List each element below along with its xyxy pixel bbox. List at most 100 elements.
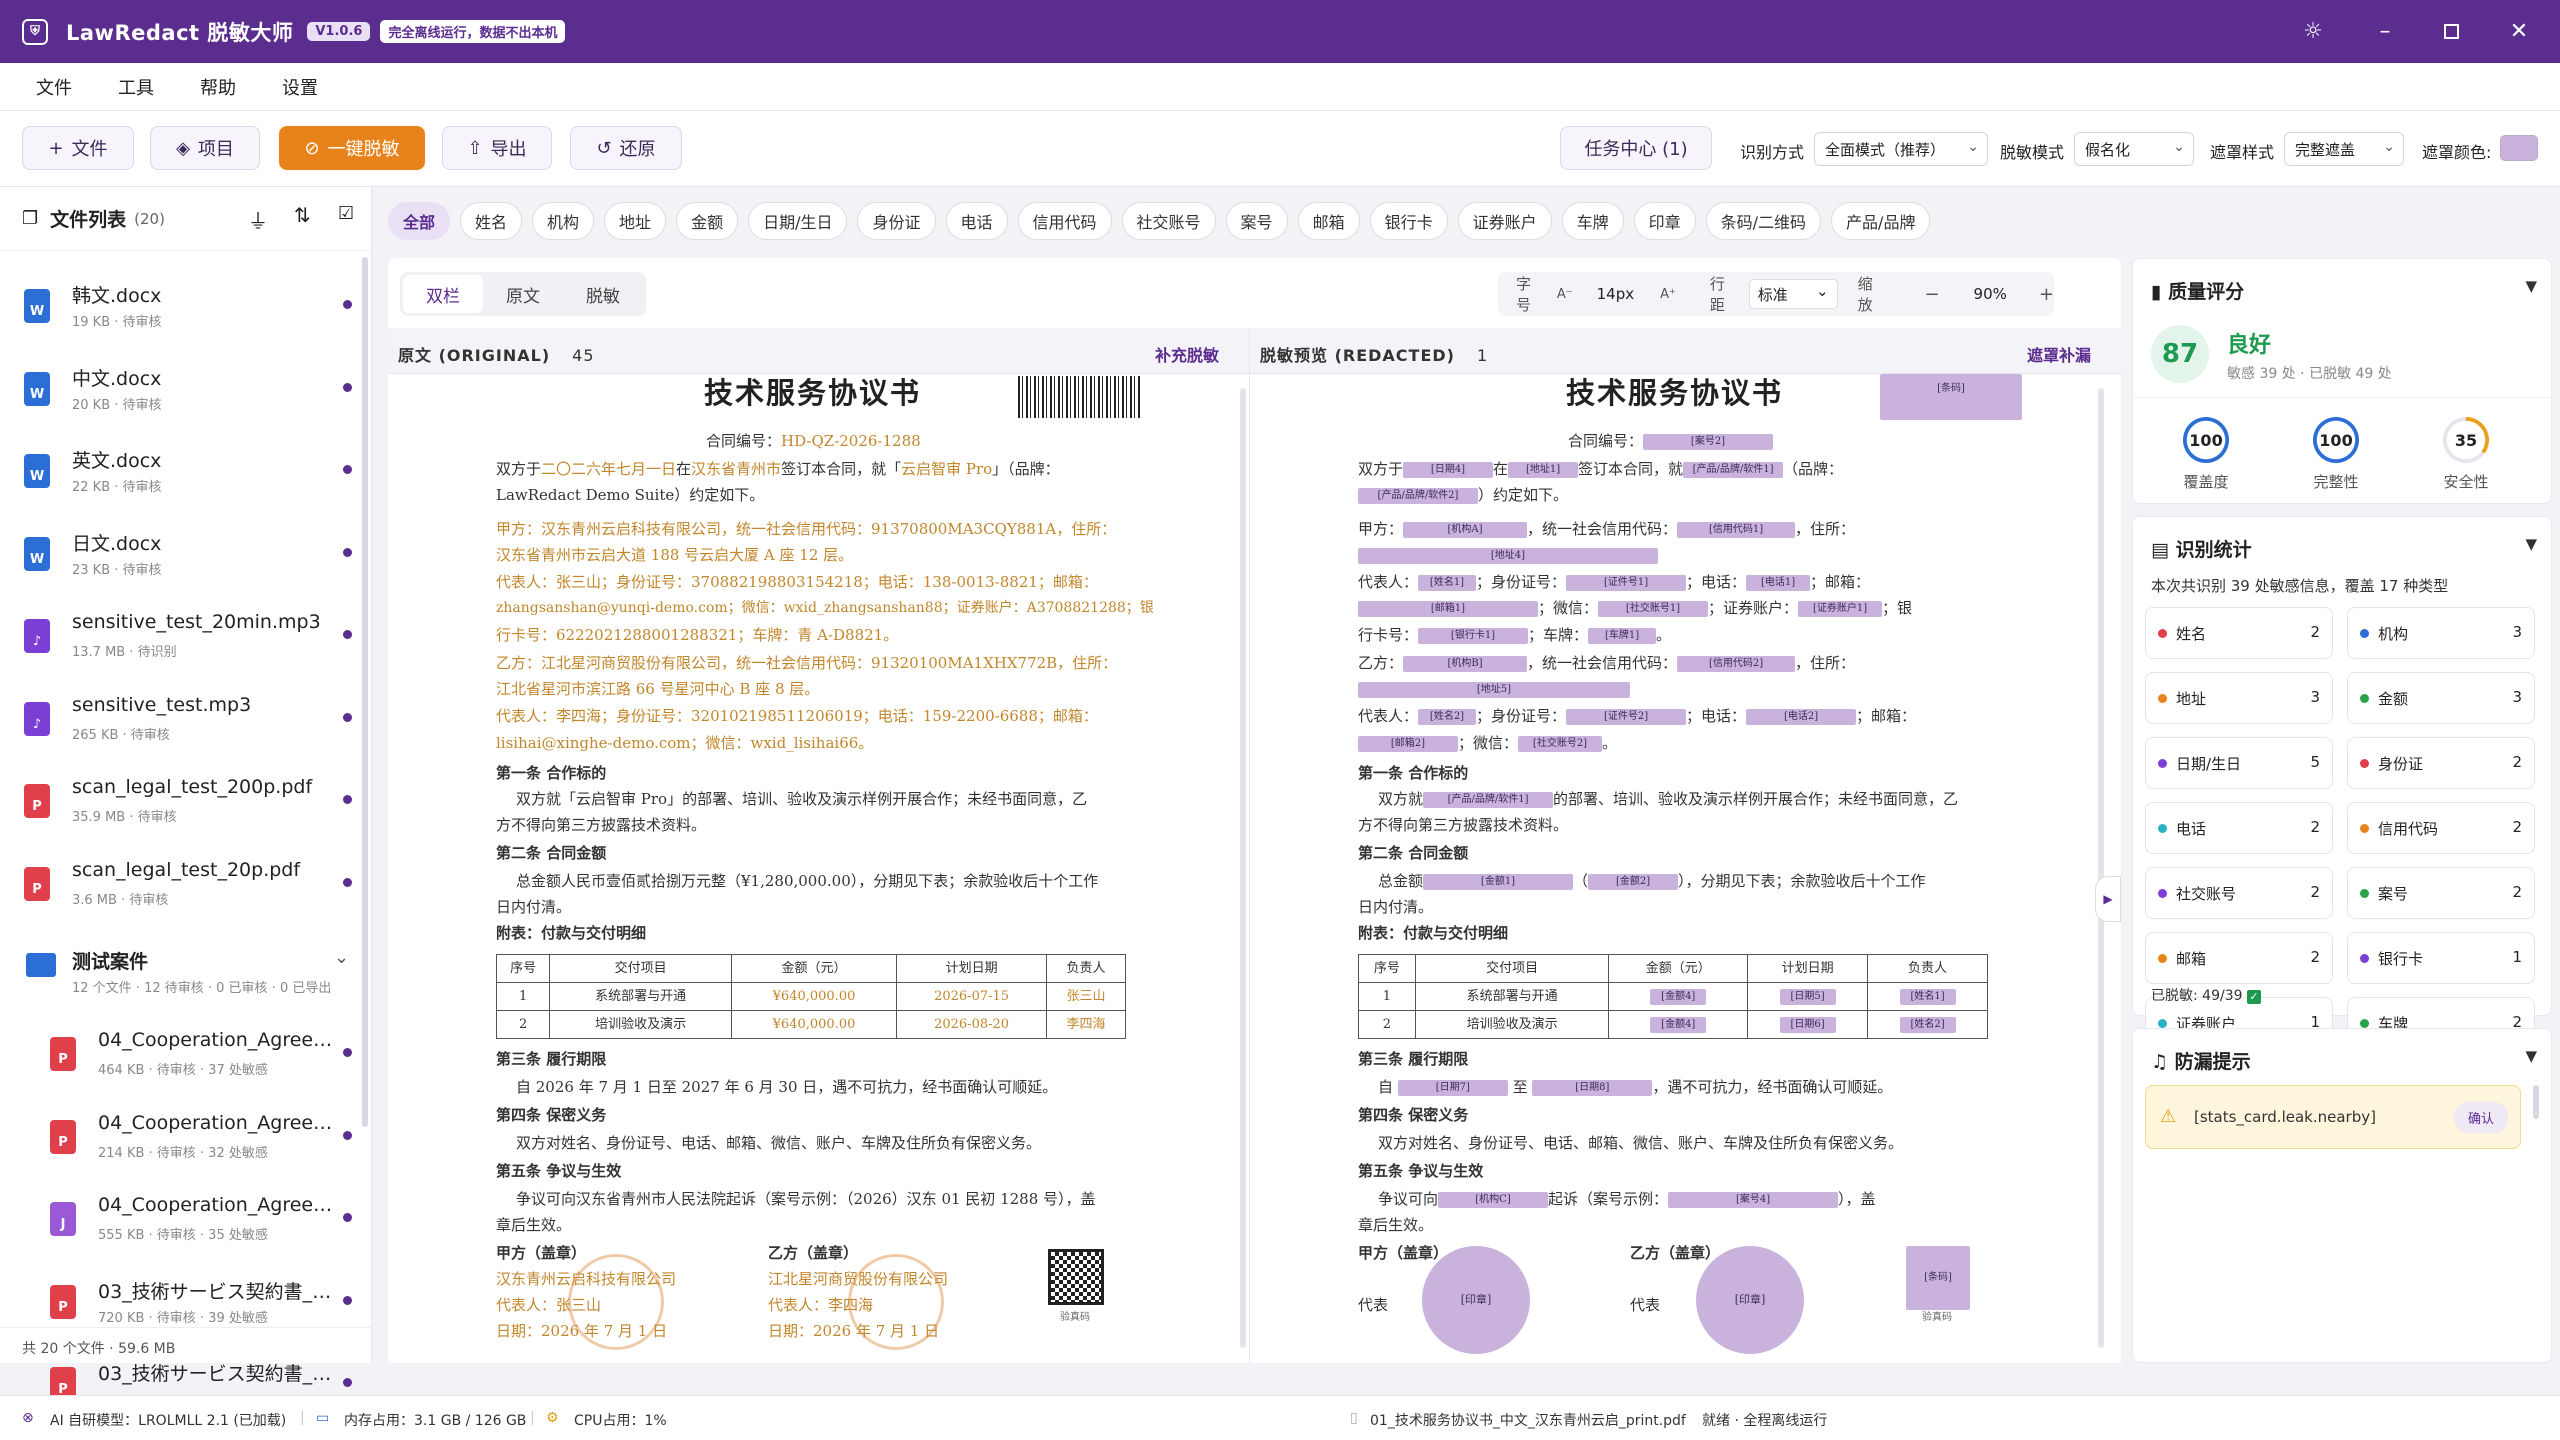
stat-count: 3 <box>2512 623 2522 641</box>
tag-filter[interactable]: 条码/二维码 <box>1705 202 1822 240</box>
menu-help[interactable]: 帮助 <box>200 74 236 100</box>
stat-item[interactable]: 金额 3 <box>2347 672 2535 724</box>
file-item[interactable]: Pscan_legal_test_200p.pdf 35.9 MB · 待审核 <box>0 762 372 844</box>
stat-item[interactable]: 社交账号 2 <box>2145 867 2333 919</box>
stat-item[interactable]: 机构 3 <box>2347 607 2535 659</box>
tab-dual[interactable]: 双栏 <box>403 275 483 313</box>
folder-item[interactable]: 测试案件 12 个文件 · 12 待审核 · 0 已审核 · 0 已导出 ⌄ <box>0 933 372 1015</box>
supplement-redact-button[interactable]: 补充脱敏 <box>1155 342 1219 366</box>
stat-item[interactable]: 电话 2 <box>2145 802 2333 854</box>
tag-filter[interactable]: 银行卡 <box>1369 202 1448 240</box>
mask-fill-button[interactable]: 遮罩补漏 <box>2027 342 2091 366</box>
restore-button[interactable]: ↺ 还原 <box>570 126 682 170</box>
tag-filter[interactable]: 产品/品牌 <box>1831 202 1931 240</box>
leak-scrollbar[interactable] <box>2533 1085 2539 1119</box>
file-type-icon: P <box>50 1119 76 1154</box>
collapse-icon[interactable]: ▼ <box>2525 277 2537 295</box>
close-icon[interactable]: ✕ <box>2506 18 2532 44</box>
zoom-in-button[interactable]: + <box>2039 284 2054 305</box>
stat-item[interactable]: 身份证 2 <box>2347 737 2535 789</box>
checklist-icon[interactable]: ☑ <box>338 203 354 224</box>
stat-item[interactable]: 信用代码 2 <box>2347 802 2535 854</box>
tag-filter[interactable]: 印章 <box>1633 202 1696 240</box>
menu-file[interactable]: 文件 <box>36 74 72 100</box>
rep-a-2: zhangsanshan@yunqi-demo.com；微信：wxid_zhan… <box>496 600 1154 616</box>
line-height-select[interactable]: 标准 ⌄ <box>1748 279 1838 309</box>
tag-filter[interactable]: 案号 <box>1225 202 1288 240</box>
collapse-panel-button[interactable]: ▶ <box>2095 876 2121 922</box>
file-item[interactable]: W 英文.docx 22 KB · 待审核 <box>0 432 372 514</box>
redacted-scrollbar[interactable] <box>2098 388 2104 1348</box>
add-file-button[interactable]: + 文件 <box>22 126 134 170</box>
tag-filter[interactable]: 身份证 <box>857 202 936 240</box>
stat-item[interactable]: 银行卡 1 <box>2347 932 2535 984</box>
collapse-icon[interactable]: ▼ <box>2525 1047 2537 1065</box>
menu-settings[interactable]: 设置 <box>282 74 318 100</box>
file-item[interactable]: W 韩文.docx 19 KB · 待审核 <box>0 267 372 349</box>
quality-ring: 35 <box>2443 417 2489 463</box>
zoom-label: 缩放 <box>1857 275 1873 314</box>
tab-original[interactable]: 原文 <box>483 275 563 313</box>
sort-icon[interactable]: ⇅ <box>294 203 311 227</box>
mode-select[interactable]: 假名化 ⌄ <box>2074 132 2194 166</box>
maximize-icon[interactable] <box>2438 18 2464 44</box>
tab-redacted[interactable]: 脱敏 <box>563 275 643 313</box>
file-item[interactable]: ♪ sensitive_test.mp3 265 KB · 待审核 <box>0 680 372 762</box>
file-type-icon: W <box>24 454 50 488</box>
stat-item[interactable]: 日期/生日 5 <box>2145 737 2333 789</box>
theme-icon[interactable]: ☼ <box>2300 18 2326 44</box>
tag-filter[interactable]: 全部 <box>388 202 451 240</box>
stat-name: 日期/生日 <box>2176 755 2242 773</box>
stats-redacted: 已脱敏: 49/39 ✓ <box>2151 985 2261 1005</box>
stat-item[interactable]: 案号 2 <box>2347 867 2535 919</box>
tag-filter[interactable]: 车牌 <box>1561 202 1624 240</box>
tag-filter[interactable]: 社交账号 <box>1121 202 1216 240</box>
article-5-text: 争议可向汉东省青州市人民法院起诉（案号示例：（2026）汉东 01 民初 128… <box>516 1190 1096 1208</box>
file-item[interactable]: P 04_Cooperation_Agreeme... 464 KB · 待审核 ·… <box>0 1015 372 1097</box>
font-increase-button[interactable]: A⁺ <box>1660 287 1676 302</box>
font-decrease-button[interactable]: A⁻ <box>1557 287 1573 302</box>
file-item[interactable]: J 04_Cooperation_Agreeme... 555 KB · 待审核 ·… <box>0 1180 372 1262</box>
article-1: 第一条 合作标的 <box>496 764 607 782</box>
file-type-icon: W <box>24 371 50 406</box>
tag-filter[interactable]: 日期/生日 <box>748 202 848 240</box>
chevron-down-icon[interactable]: ⌄ <box>334 947 349 968</box>
collapse-icon[interactable]: ▼ <box>2525 535 2537 553</box>
tag-filter[interactable]: 机构 <box>532 202 595 240</box>
file-count: (20) <box>134 209 165 228</box>
tag-filter[interactable]: 信用代码 <box>1017 202 1112 240</box>
one-click-redact-button[interactable]: ⊘ 一键脱敏 <box>279 126 425 170</box>
file-item[interactable]: P 04_Cooperation_Agreeme... 214 KB · 待审核 ·… <box>0 1098 372 1180</box>
export-button[interactable]: ⇧ 导出 <box>442 126 552 170</box>
tag-filter[interactable]: 姓名 <box>460 202 523 240</box>
filter-icon[interactable]: ⏚ <box>248 205 268 234</box>
zoom-out-button[interactable]: − <box>1924 284 1939 305</box>
mask-color-swatch[interactable] <box>2500 135 2538 161</box>
sidebar-scrollbar[interactable] <box>362 257 368 1127</box>
minimize-icon[interactable]: – <box>2372 18 2398 44</box>
original-scrollbar[interactable] <box>1240 388 1246 1348</box>
task-center-button[interactable]: 任务中心 (1) <box>1560 126 1712 170</box>
tag-filter[interactable]: 邮箱 <box>1297 202 1360 240</box>
article-1-text: 双方就 [产品/品牌/软件1] 的部署、培训、验收及演示样例开展合作；未经书面同意，… <box>1378 790 1959 808</box>
tag-filter[interactable]: 电话 <box>945 202 1008 240</box>
stat-item[interactable]: 地址 3 <box>2145 672 2333 724</box>
quality-ring: 100 <box>2183 417 2229 463</box>
file-item[interactable]: Pscan_legal_test_20p.pdf 3.6 MB · 待审核 <box>0 845 372 927</box>
tag-filter[interactable]: 金额 <box>676 202 739 240</box>
file-type-icon: P <box>24 866 50 901</box>
menu-tools[interactable]: 工具 <box>118 74 154 100</box>
file-item[interactable]: W 中文.docx 20 KB · 待审核 <box>0 350 372 432</box>
redacted-pane: 脱敏预览 (REDACTED) 1 遮罩补漏 技术服务协议书 [条码] 合同编号：… <box>1250 328 2121 1363</box>
tag-filter[interactable]: 地址 <box>604 202 667 240</box>
file-item[interactable]: ♪ sensitive_test_20min.mp3 13.7 MB · 待识别 <box>0 597 372 679</box>
project-button[interactable]: ◈ 项目 <box>150 126 260 170</box>
mask-style-select[interactable]: 完整遮盖 ⌄ <box>2284 132 2404 166</box>
stat-name: 邮箱 <box>2176 950 2207 968</box>
stat-item[interactable]: 邮箱 2 <box>2145 932 2333 984</box>
confirm-button[interactable]: 确认 <box>2453 1102 2508 1133</box>
recog-select[interactable]: 全面模式（推荐） ⌄ <box>1814 132 1988 166</box>
file-item[interactable]: W 日文.docx 23 KB · 待审核 <box>0 515 372 597</box>
stat-item[interactable]: 姓名 2 <box>2145 607 2333 659</box>
tag-filter[interactable]: 证券账户 <box>1457 202 1552 240</box>
